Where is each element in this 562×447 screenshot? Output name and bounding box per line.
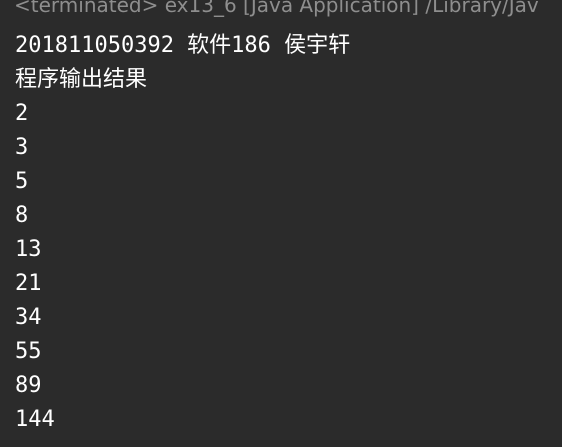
output-line: 89 [15,373,42,398]
output-line: 5 [15,169,29,194]
output-line: 21 [15,271,42,296]
output-line: 55 [15,339,42,364]
output-line: 8 [15,203,29,228]
output-line: 34 [15,305,42,330]
output-line: 13 [15,237,42,262]
output-line: 144 [15,407,55,432]
output-line: 201811050392 软件186 侯宇轩 [15,33,351,58]
output-line: 程序输出结果 [15,67,148,92]
console-status-label: <terminated> ex13_6 [Java Application] /… [14,0,539,17]
console-view[interactable]: <terminated> ex13_6 [Java Application] /… [0,0,562,447]
output-line: 3 [15,135,29,160]
output-line: 2 [15,101,29,126]
console-output: 201811050392 软件186 侯宇轩 程序输出结果 2 3 5 8 13… [15,29,350,437]
